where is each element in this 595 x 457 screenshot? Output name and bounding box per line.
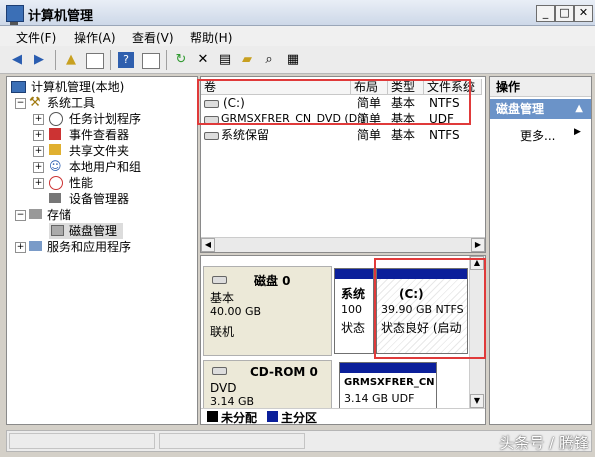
window-title: 计算机管理 [28, 9, 94, 24]
unallocated-swatch [207, 411, 218, 422]
disk-management-icon [51, 225, 64, 236]
expand-icon[interactable]: + [33, 130, 44, 141]
computer-management-icon [6, 5, 24, 25]
shared-folder-icon [49, 144, 61, 155]
collapse-icon[interactable]: − [15, 210, 26, 221]
menu-file[interactable]: 文件(F) [16, 29, 56, 46]
event-viewer-icon [49, 128, 61, 140]
expand-icon[interactable]: + [33, 162, 44, 173]
primary-partition-bar [340, 363, 436, 373]
table-row[interactable]: (C:) 简单 基本 NTFS [201, 95, 485, 111]
scroll-left-icon[interactable]: ◀ [201, 238, 215, 252]
scroll-down-icon[interactable]: ▼ [470, 394, 484, 408]
minimize-button[interactable]: _ [536, 5, 555, 22]
users-icon: ☺ [49, 159, 62, 173]
back-arrow-icon[interactable]: ◀ [8, 51, 26, 69]
maximize-button[interactable]: □ [555, 5, 574, 22]
delete-icon[interactable]: ✕ [194, 51, 212, 69]
disk-icon [212, 276, 227, 284]
volume-list: 卷 布局 类型 文件系统 (C:) 简单 基本 NTFS GRMSXFRER_C… [200, 76, 486, 253]
vertical-scrollbar[interactable]: ▲ ▼ [469, 256, 485, 408]
close-button[interactable]: ✕ [574, 5, 593, 22]
actions-header: 操作 [490, 77, 591, 97]
help-icon[interactable]: ? [118, 52, 134, 68]
menu-bar: 文件(F) 操作(A) 查看(V) 帮助(H) [0, 26, 595, 46]
expand-icon[interactable]: + [15, 242, 26, 253]
up-folder-icon[interactable]: ▲ [62, 51, 80, 69]
expand-icon[interactable]: + [33, 114, 44, 125]
more-actions-link[interactable]: 更多... [520, 127, 555, 144]
tools-icon: ⚒ [29, 95, 41, 110]
show-tree-icon[interactable] [86, 53, 104, 69]
table-row[interactable]: 系统保留 简单 基本 NTFS [201, 127, 485, 143]
status-panel [159, 433, 305, 449]
dvd-partition[interactable]: GRMSXFRER_CN 3.14 GB UDF [339, 362, 437, 410]
storage-icon [29, 209, 42, 219]
horizontal-scrollbar[interactable]: ◀ ▶ [201, 237, 485, 252]
actions-pane: 操作 磁盘管理 ▲ 更多... ▶ [489, 76, 592, 425]
partition-legend: 未分配 主分区 [201, 408, 485, 424]
menu-action[interactable]: 操作(A) [74, 29, 116, 46]
drive-icon [204, 100, 219, 108]
menu-view[interactable]: 查看(V) [132, 29, 174, 46]
disk-graphical-view: 磁盘 0 基本 40.00 GB 联机 系统 100 状态 (C:) 39.90… [200, 255, 486, 425]
column-type[interactable]: 类型 [388, 79, 424, 95]
primary-partition-bar [377, 269, 467, 279]
search-icon[interactable]: ⌕ [260, 51, 278, 69]
actions-section-disk-management[interactable]: 磁盘管理 ▲ [490, 99, 591, 119]
watermark: 头条号 / 腾锋 [499, 434, 589, 452]
computer-icon [11, 81, 26, 93]
clock-icon [49, 112, 63, 126]
primary-partition-bar [335, 269, 373, 279]
title-bar: 计算机管理 _ □ ✕ [0, 0, 595, 26]
system-reserved-partition[interactable]: 系统 100 状态 [334, 268, 374, 354]
toolbar-separator [110, 50, 111, 70]
column-volume[interactable]: 卷 [201, 79, 351, 95]
navigation-tree: 计算机管理(本地) − ⚒ 系统工具 + 任务计划程序 + 事件查看器 + 共享… [6, 76, 198, 425]
submenu-arrow-icon[interactable]: ▶ [574, 127, 581, 137]
table-row[interactable]: GRMSXFRER_CN_DVD (D:) 简单 基本 UDF [201, 111, 485, 127]
settings-icon[interactable]: ▦ [284, 51, 302, 69]
drive-icon [204, 132, 219, 140]
column-filesystem[interactable]: 文件系统 [424, 79, 482, 95]
dvd-drive-icon [204, 116, 219, 124]
cdrom-0-header[interactable]: CD-ROM 0 DVD 3.14 GB [203, 360, 332, 410]
collapse-arrow-icon[interactable]: ▲ [575, 99, 583, 119]
scroll-right-icon[interactable]: ▶ [471, 238, 485, 252]
cdrom-icon [212, 367, 227, 375]
column-layout[interactable]: 布局 [351, 79, 388, 95]
tree-disk-management[interactable]: 磁盘管理 [49, 223, 123, 239]
status-panel [9, 433, 155, 449]
console-icon[interactable] [142, 53, 160, 69]
menu-help[interactable]: 帮助(H) [190, 29, 232, 46]
forward-arrow-icon[interactable]: ▶ [30, 51, 48, 69]
disk-0-header[interactable]: 磁盘 0 基本 40.00 GB 联机 [203, 266, 332, 356]
c-drive-partition[interactable]: (C:) 39.90 GB NTFS 状态良好 (启动 [376, 268, 468, 354]
performance-icon [49, 176, 63, 190]
device-manager-icon [49, 193, 61, 203]
toolbar: ◀ ▶ ▲ ? ↻ ✕ ▤ ▰ ⌕ ▦ [0, 46, 595, 74]
expand-icon[interactable]: + [33, 146, 44, 157]
properties-icon[interactable]: ▤ [216, 51, 234, 69]
toolbar-separator [55, 50, 56, 70]
toolbar-separator [166, 50, 167, 70]
refresh-icon[interactable]: ↻ [172, 51, 190, 69]
primary-swatch [267, 411, 278, 422]
scroll-up-icon[interactable]: ▲ [470, 256, 484, 270]
expand-icon[interactable]: + [33, 178, 44, 189]
open-folder-icon[interactable]: ▰ [238, 51, 256, 69]
services-icon [29, 241, 42, 251]
collapse-icon[interactable]: − [15, 98, 26, 109]
